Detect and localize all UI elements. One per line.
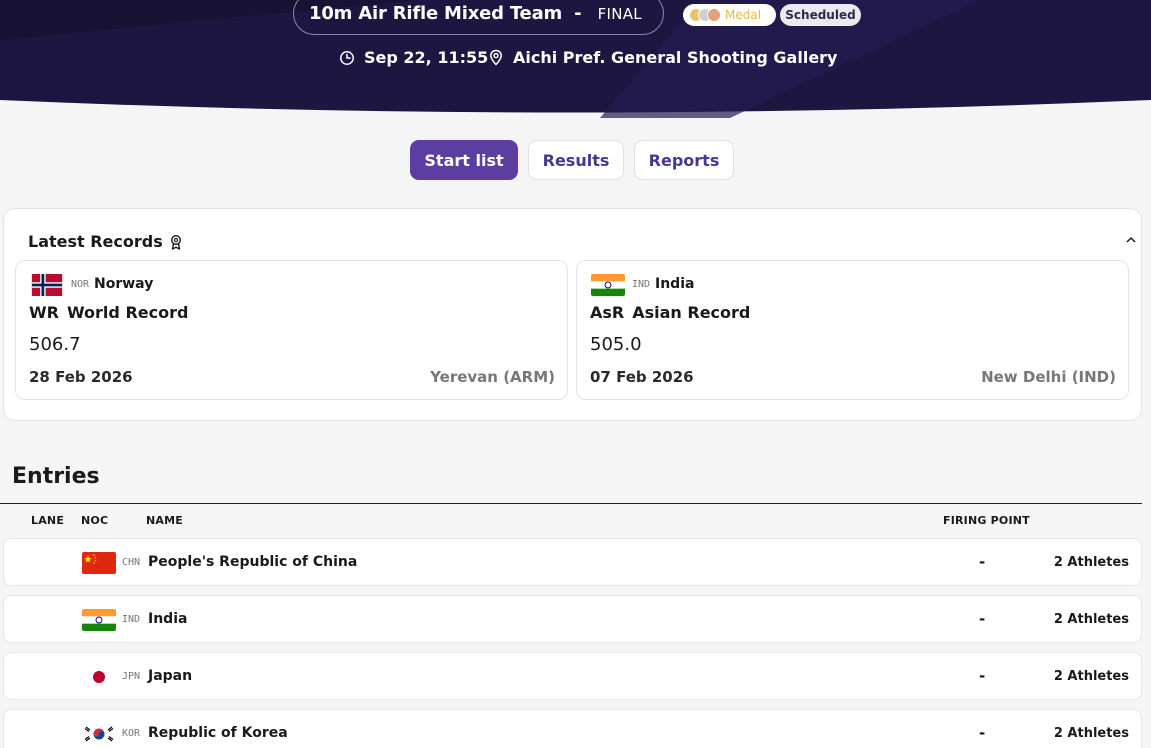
- entry-noc-code: IND: [122, 614, 141, 625]
- event-title-pill: 10m Air Rifle Mixed Team - FINAL: [293, 0, 664, 35]
- event-separator: -: [574, 3, 582, 24]
- entry-name: India: [148, 611, 188, 627]
- record-date: 07 Feb 2026: [590, 368, 694, 386]
- record-country: India: [655, 276, 695, 292]
- table-row[interactable]: CHN People's Republic of China - 2 Athle…: [3, 538, 1142, 586]
- event-venue-text: Aichi Pref. General Shooting Gallery: [513, 48, 838, 67]
- event-venue: Aichi Pref. General Shooting Gallery: [488, 48, 837, 67]
- entry-athletes-count[interactable]: 2 Athletes: [1054, 669, 1129, 684]
- entry-name: Republic of Korea: [148, 725, 288, 741]
- entry-noc-code: JPN: [122, 671, 141, 682]
- clock-icon: [340, 50, 354, 65]
- entry-noc-code: KOR: [122, 728, 141, 739]
- record-noc-code: IND: [632, 279, 651, 290]
- event-phase: FINAL: [597, 4, 642, 23]
- status-badge: Scheduled: [780, 4, 861, 26]
- entry-firing-point: -: [979, 553, 986, 571]
- table-row[interactable]: JPN Japan - 2 Athletes: [3, 652, 1142, 700]
- award-ribbon-icon: [170, 234, 181, 250]
- column-header-noc: NOC: [81, 514, 109, 527]
- medal-badge: Medal: [683, 4, 776, 26]
- japan-flag-icon: [82, 666, 116, 688]
- table-row[interactable]: IND India - 2 Athletes: [3, 595, 1142, 643]
- record-noc-code: NOR: [71, 279, 90, 290]
- column-header-name: NAME: [146, 514, 183, 527]
- record-type: AsR Asian Record: [590, 303, 750, 322]
- record-card-world[interactable]: NOR Norway WR World Record 506.7 28 Feb 2…: [15, 260, 568, 400]
- medal-label: Medal: [725, 8, 762, 22]
- record-type-label: World Record: [66, 303, 189, 322]
- entry-firing-point: -: [979, 667, 986, 685]
- norway-flag-icon: [30, 274, 64, 296]
- entries-divider: [0, 503, 1142, 504]
- entry-athletes-count[interactable]: 2 Athletes: [1054, 612, 1129, 627]
- record-type: WR World Record: [29, 303, 188, 322]
- record-type-label: Asian Record: [632, 303, 751, 322]
- india-flag-icon: [82, 609, 116, 631]
- record-place: Yerevan (ARM): [430, 368, 555, 386]
- record-country: Norway: [94, 276, 154, 292]
- table-row[interactable]: KOR Republic of Korea - 2 Athletes: [3, 709, 1142, 748]
- entry-athletes-count[interactable]: 2 Athletes: [1054, 726, 1129, 741]
- entry-name: People's Republic of China: [148, 554, 358, 570]
- tab-start-list[interactable]: Start list: [410, 140, 518, 180]
- location-pin-icon: [490, 49, 502, 66]
- tab-reports[interactable]: Reports: [634, 140, 734, 180]
- bronze-medal-icon: [707, 8, 721, 22]
- latest-records-heading[interactable]: Latest Records: [28, 232, 183, 251]
- india-flag-icon: [591, 274, 625, 296]
- event-title: 10m Air Rifle Mixed Team: [309, 3, 563, 24]
- event-datetime-text: Sep 22, 11:55: [364, 48, 489, 67]
- latest-records-panel: Latest Records NOR Norway WR World Record…: [3, 208, 1142, 421]
- korea-flag-icon: [82, 723, 116, 745]
- record-date: 28 Feb 2026: [29, 368, 133, 386]
- entry-firing-point: -: [979, 610, 986, 628]
- entry-firing-point: -: [979, 724, 986, 742]
- column-header-lane: LANE: [31, 514, 65, 527]
- latest-records-title: Latest Records: [28, 232, 163, 251]
- record-card-asian[interactable]: IND India AsR Asian Record 505.0 07 Feb 2…: [576, 260, 1129, 400]
- entry-athletes-count[interactable]: 2 Athletes: [1054, 555, 1129, 570]
- column-header-firing-point: FIRING POINT: [943, 514, 1030, 527]
- tab-results[interactable]: Results: [528, 140, 624, 180]
- record-abbr: WR: [29, 303, 59, 322]
- china-flag-icon: [82, 552, 116, 574]
- record-abbr: AsR: [590, 303, 625, 322]
- record-value: 505.0: [590, 334, 642, 355]
- entry-name: Japan: [148, 668, 193, 684]
- chevron-up-icon[interactable]: [1125, 234, 1137, 246]
- event-datetime: Sep 22, 11:55: [339, 48, 488, 67]
- record-value: 506.7: [29, 334, 81, 355]
- entry-noc-code: CHN: [122, 557, 141, 568]
- entries-title: Entries: [12, 464, 100, 489]
- record-place: New Delhi (IND): [981, 368, 1116, 386]
